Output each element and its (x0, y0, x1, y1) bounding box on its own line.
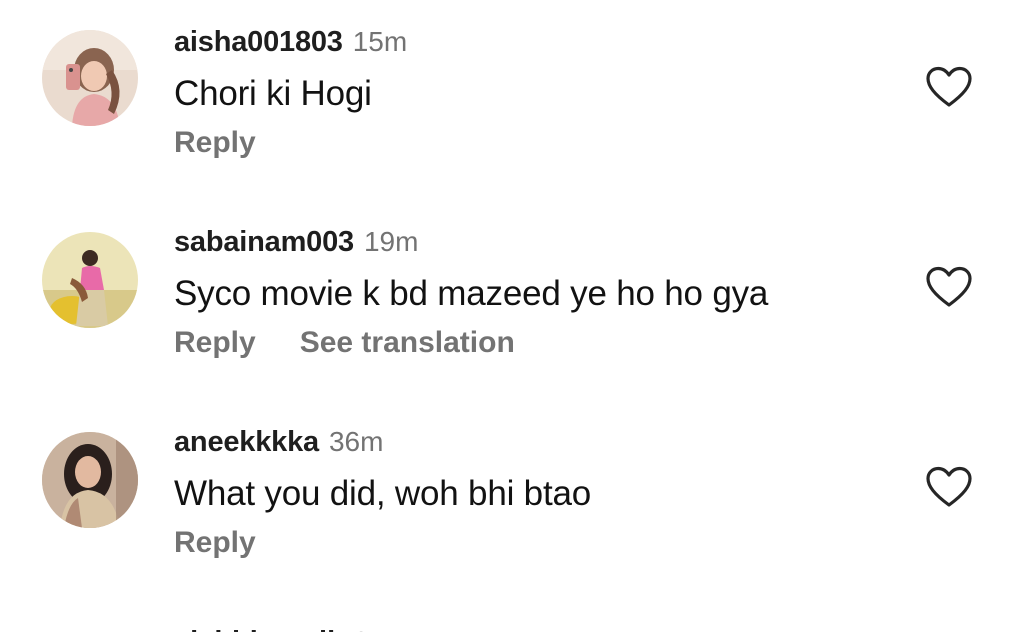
username[interactable]: aneekkkka (174, 426, 319, 459)
comment-text: What you did, woh bhi btao (174, 474, 592, 513)
comment-item: aneekkkka 36m What you did, woh bhi btao… (0, 426, 1024, 616)
comment-header: sabainam003 19m (174, 226, 418, 266)
comment-time: 15m (352, 26, 408, 57)
avatar-image (42, 432, 138, 528)
heart-outline-icon[interactable] (926, 466, 972, 508)
username[interactable]: aisha001803 (174, 26, 343, 59)
reply-button[interactable]: Reply (174, 526, 256, 560)
heart-outline-icon[interactable] (926, 266, 972, 308)
comment-item: aisha001803 15m Chori ki Hogi Reply (0, 26, 1024, 216)
comment-actions: Reply (174, 526, 256, 560)
heart-outline-icon[interactable] (926, 66, 972, 108)
username[interactable]: sabainam003 (174, 226, 354, 259)
avatar[interactable] (42, 432, 138, 528)
comment-actions: Reply (174, 126, 256, 160)
comment-actions: Reply See translation (174, 326, 515, 360)
avatar-image (42, 30, 138, 126)
username[interactable]: aishhbanoli (174, 626, 335, 632)
avatar[interactable] (42, 232, 138, 328)
reply-button[interactable]: Reply (174, 326, 256, 360)
comment-time: 36m (328, 426, 384, 457)
avatar[interactable] (42, 30, 138, 126)
comment-header: aneekkkka 36m (174, 426, 383, 466)
partial-comment-header: aishhbanoli 37m (174, 618, 408, 632)
comment-header: aisha001803 15m (174, 26, 407, 66)
comment-text: Syco movie k bd mazeed ye ho ho gya (174, 274, 769, 313)
see-translation-button[interactable]: See translation (300, 326, 515, 360)
avatar-image (42, 232, 138, 328)
comment-text: Chori ki Hogi (174, 74, 372, 113)
comment-time: 37m (353, 626, 407, 632)
comment-item: sabainam003 19m Syco movie k bd mazeed y… (0, 226, 1024, 416)
reply-button[interactable]: Reply (174, 126, 256, 160)
comment-time: 19m (363, 226, 419, 257)
comments-list: aisha001803 15m Chori ki Hogi Reply saba… (0, 0, 1024, 632)
